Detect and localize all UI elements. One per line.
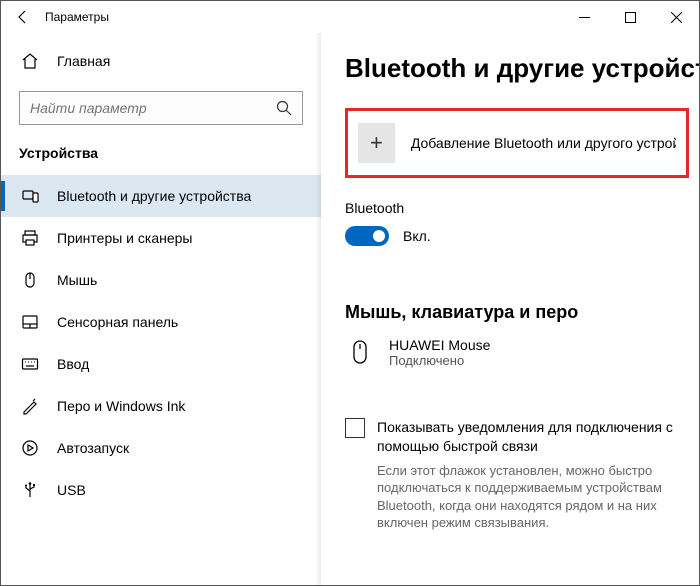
section-heading: Мышь, клавиатура и перо: [345, 302, 699, 323]
sidebar-item-autoplay[interactable]: Автозапуск: [1, 427, 321, 469]
bluetooth-label: Bluetooth: [345, 200, 699, 216]
home-link[interactable]: Главная: [1, 41, 321, 81]
usb-icon: [21, 481, 39, 499]
sidebar-item-label: Сенсорная панель: [57, 314, 178, 330]
sidebar-item-label: USB: [57, 482, 86, 498]
sidebar-item-mouse[interactable]: Мышь: [1, 259, 321, 301]
search-input[interactable]: [19, 91, 303, 125]
home-label: Главная: [57, 53, 110, 69]
close-button[interactable]: [653, 1, 699, 33]
devices-icon: [21, 187, 39, 205]
search-icon: [276, 100, 292, 116]
device-name: HUAWEI Mouse: [389, 337, 490, 353]
autoplay-icon: [21, 439, 39, 457]
add-device-label[interactable]: Добавление Bluetooth или другого устройс…: [411, 135, 676, 151]
main-panel: Bluetooth и другие устройства + Добавлен…: [321, 33, 699, 585]
sidebar-item-label: Мышь: [57, 272, 97, 288]
swift-pair-help: Если этот флажок установлен, можно быстр…: [377, 462, 699, 532]
page-title: Bluetooth и другие устройства: [345, 53, 699, 84]
window-title: Параметры: [45, 10, 109, 24]
add-device-highlight: + Добавление Bluetooth или другого устро…: [345, 108, 689, 178]
sidebar-item-printers[interactable]: Принтеры и сканеры: [1, 217, 321, 259]
sidebar-item-bluetooth[interactable]: Bluetooth и другие устройства: [1, 175, 321, 217]
sidebar-item-typing[interactable]: Ввод: [1, 343, 321, 385]
bluetooth-toggle[interactable]: [345, 226, 389, 246]
sidebar-item-pen[interactable]: Перо и Windows Ink: [1, 385, 321, 427]
sidebar: Главная Устройства Bluetooth и другие ус…: [1, 33, 321, 585]
sidebar-item-label: Bluetooth и другие устройства: [57, 188, 251, 204]
sidebar-item-label: Ввод: [57, 356, 89, 372]
sidebar-item-usb[interactable]: USB: [1, 469, 321, 511]
maximize-button[interactable]: [607, 1, 653, 33]
mouse-icon: [21, 271, 39, 289]
sidebar-item-label: Перо и Windows Ink: [57, 398, 185, 414]
plus-icon: +: [370, 130, 383, 156]
swift-pair-checkbox[interactable]: [345, 418, 365, 438]
add-device-button[interactable]: +: [358, 123, 395, 163]
minimize-button[interactable]: [561, 1, 607, 33]
keyboard-icon: [21, 355, 39, 373]
mouse-device-icon: [351, 339, 371, 365]
device-status: Подключено: [389, 353, 490, 368]
category-label: Устройства: [1, 139, 321, 175]
sidebar-item-touchpad[interactable]: Сенсорная панель: [1, 301, 321, 343]
sidebar-item-label: Принтеры и сканеры: [57, 230, 192, 246]
bluetooth-state: Вкл.: [403, 228, 431, 244]
back-button[interactable]: [9, 1, 37, 33]
search-field[interactable]: [30, 100, 276, 116]
device-item[interactable]: HUAWEI Mouse Подключено: [345, 337, 699, 368]
printer-icon: [21, 229, 39, 247]
swift-pair-label: Показывать уведомления для подключения с…: [377, 418, 679, 456]
pen-icon: [21, 397, 39, 415]
home-icon: [21, 52, 39, 70]
titlebar: Параметры: [1, 1, 699, 33]
touchpad-icon: [21, 313, 39, 331]
sidebar-item-label: Автозапуск: [57, 440, 129, 456]
